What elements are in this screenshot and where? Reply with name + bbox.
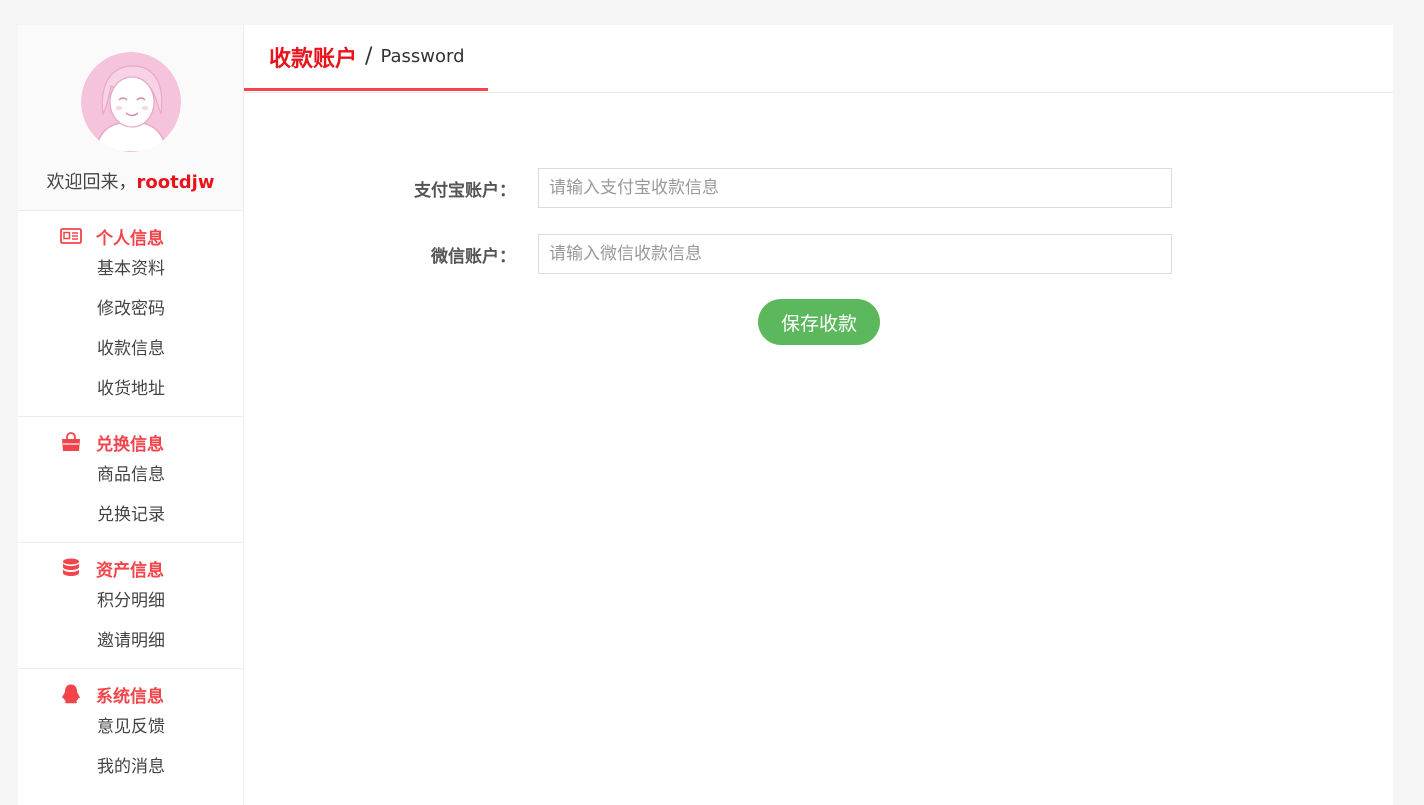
- tab-separator: /: [365, 44, 373, 69]
- alipay-account-input[interactable]: [538, 168, 1172, 208]
- alipay-label: 支付宝账户：: [414, 180, 516, 201]
- nav-group-assets: 资产信息 积分明细 邀请明细: [18, 543, 243, 669]
- nav-group-header: 系统信息: [18, 681, 243, 707]
- sidebar: 欢迎回来，rootdjw 个人信息 基本资料 修改密码 收款信息 收货地址 兑换…: [18, 25, 244, 805]
- nav-group-title: 资产信息: [96, 560, 164, 581]
- nav-item-basic-info[interactable]: 基本资料: [18, 249, 243, 289]
- nav-item-my-messages[interactable]: 我的消息: [18, 747, 243, 787]
- welcome-text: 欢迎回来，rootdjw: [18, 168, 243, 194]
- nav-item-shipping-address[interactable]: 收货地址: [18, 369, 243, 409]
- username: rootdjw: [136, 172, 215, 193]
- nav-item-invite-details[interactable]: 邀请明细: [18, 621, 243, 661]
- nav-group-header: 资产信息: [18, 555, 243, 581]
- database-icon: [60, 557, 82, 579]
- alipay-row: 支付宝账户：: [244, 168, 1172, 208]
- id-card-icon: [60, 225, 82, 247]
- nav-item-exchange-records[interactable]: 兑换记录: [18, 495, 243, 535]
- save-payment-button[interactable]: 保存收款: [758, 299, 880, 345]
- nav-item-points-details[interactable]: 积分明细: [18, 581, 243, 621]
- tab-payment-account[interactable]: 收款账户 / Password: [244, 25, 488, 91]
- nav-group-personal: 个人信息 基本资料 修改密码 收款信息 收货地址: [18, 211, 243, 417]
- tab-bar: 收款账户 / Password: [244, 25, 1393, 93]
- nav-group-exchange: 兑换信息 商品信息 兑换记录: [18, 417, 243, 543]
- nav-group-system: 系统信息 意见反馈 我的消息: [18, 669, 243, 794]
- nav-item-payment-info[interactable]: 收款信息: [18, 329, 243, 369]
- avatar[interactable]: [81, 52, 181, 152]
- shopping-bag-icon: [60, 431, 82, 453]
- wechat-label: 微信账户：: [431, 246, 516, 267]
- tab-title-en: Password: [380, 46, 465, 67]
- nav-item-product-info[interactable]: 商品信息: [18, 455, 243, 495]
- wechat-account-input[interactable]: [538, 234, 1172, 274]
- nav-group-title: 个人信息: [96, 228, 164, 249]
- qq-penguin-icon: [60, 683, 82, 705]
- main-content: 收款账户 / Password 支付宝账户： 微信账户： 保存收款: [244, 25, 1393, 805]
- page-container: 欢迎回来，rootdjw 个人信息 基本资料 修改密码 收款信息 收货地址 兑换…: [18, 25, 1393, 805]
- tab-title-cn: 收款账户: [269, 46, 358, 72]
- girl-avatar-icon: [81, 52, 181, 152]
- nav-group-header: 兑换信息: [18, 429, 243, 455]
- wechat-row: 微信账户：: [244, 234, 1172, 274]
- nav-group-title: 兑换信息: [96, 434, 164, 455]
- nav-item-feedback[interactable]: 意见反馈: [18, 707, 243, 747]
- welcome-prefix: 欢迎回来，: [46, 172, 137, 193]
- profile-panel: 欢迎回来，rootdjw: [18, 25, 243, 211]
- nav-item-change-password[interactable]: 修改密码: [18, 289, 243, 329]
- nav-group-header: 个人信息: [18, 223, 243, 249]
- nav-group-title: 系统信息: [96, 686, 164, 707]
